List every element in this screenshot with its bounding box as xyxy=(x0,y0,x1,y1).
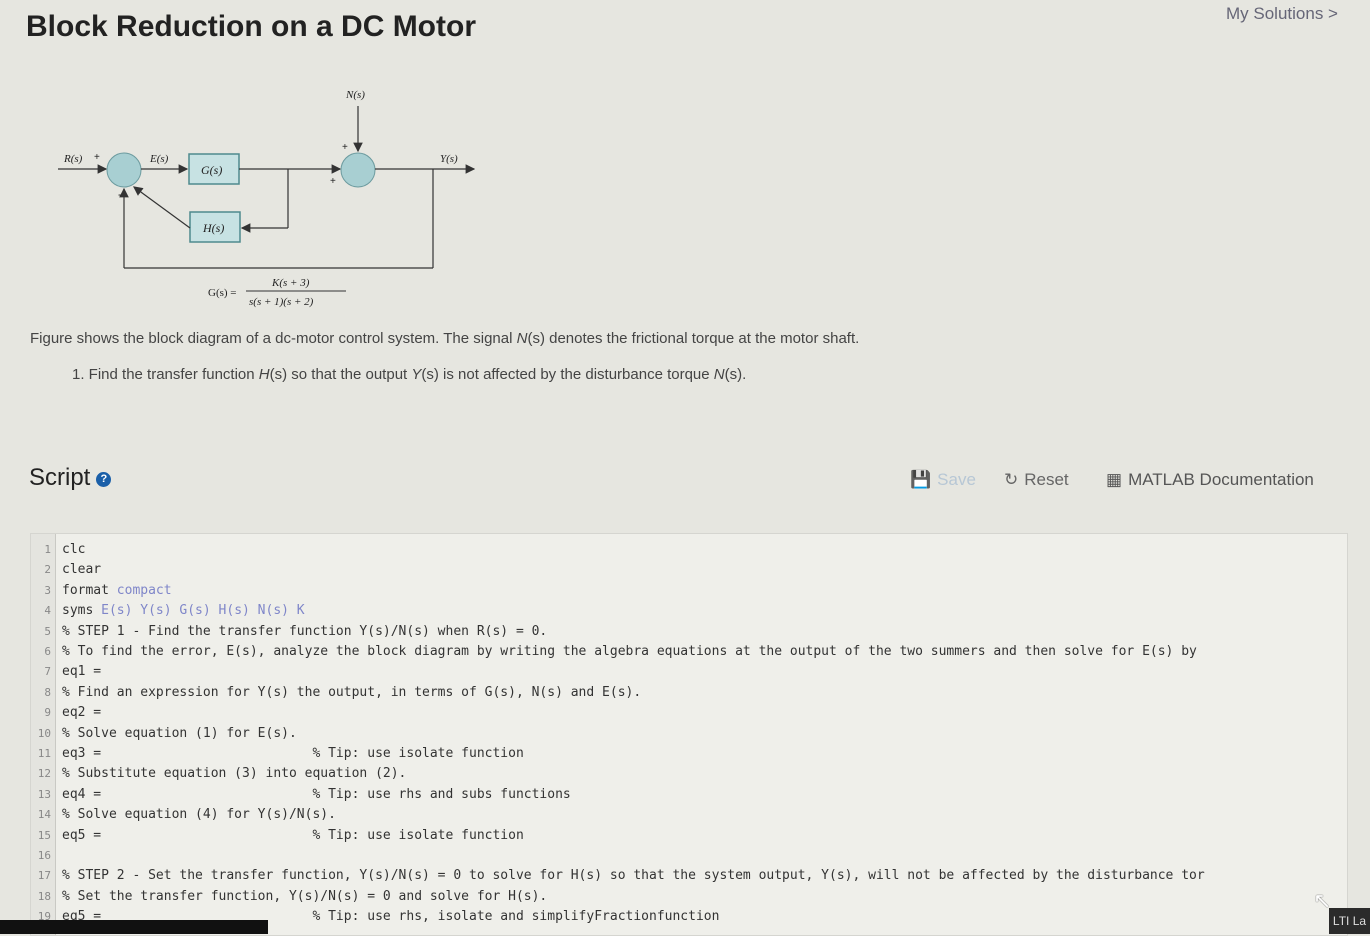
code-text: syms E(s) Y(s) G(s) H(s) N(s) K xyxy=(62,603,305,619)
line-number: 9 xyxy=(44,706,51,720)
line-number: 11 xyxy=(37,747,51,760)
code-text: % Solve equation (4) for Y(s)/N(s). xyxy=(62,807,336,823)
line-number: 2 xyxy=(44,563,51,577)
code-text: eq1 = xyxy=(62,664,102,680)
save-button[interactable]: 💾 Save xyxy=(910,470,976,490)
line-number: 7 xyxy=(44,665,51,679)
code-text: % Find an expression for Y(s) the output… xyxy=(62,684,642,700)
block-diagram: R(s) + E(s) G(s) + H(s) - N(s) + Y(s) G(… xyxy=(58,89,476,308)
code-line[interactable]: 7 eq1 = xyxy=(31,662,1347,682)
code-text: eq3 = % Tip: use isolate function xyxy=(62,746,524,761)
code-line[interactable]: 17 % STEP 2 - Set the transfer function, … xyxy=(31,866,1347,886)
label-plus-3: + xyxy=(342,142,348,153)
code-text: % To find the error, E(s), analyze the b… xyxy=(62,644,1197,659)
code-line[interactable]: 1 clc xyxy=(31,540,1347,560)
code-text: % STEP 2 - Set the transfer function, Y(… xyxy=(62,868,1205,884)
code-line[interactable]: 3 format compact xyxy=(31,581,1347,601)
code-line[interactable]: 6 % To find the error, E(s), analyze the … xyxy=(31,642,1347,662)
line-number: 15 xyxy=(37,828,51,842)
code-text: clc xyxy=(62,542,86,557)
label-plus-2: + xyxy=(330,176,336,187)
label-y: Y(s) xyxy=(440,153,458,165)
g-block-label: G(s) xyxy=(201,163,222,177)
question-circle-icon[interactable]: ? xyxy=(96,472,112,487)
line-number: 16 xyxy=(37,849,51,862)
summing-junction-2 xyxy=(340,152,376,188)
code-text: % STEP 1 - Find the transfer function Y(… xyxy=(62,623,548,639)
reset-button[interactable]: ↻ Reset xyxy=(1004,470,1069,490)
code-text: eq5 = % Tip: use isolate function xyxy=(62,827,524,843)
label-e: E(s) xyxy=(149,153,169,165)
code-line[interactable]: 13 eq4 = % Tip: use rhs and subs function… xyxy=(31,785,1347,805)
code-line[interactable]: 5 % STEP 1 - Find the transfer function Y… xyxy=(31,622,1347,642)
code-line[interactable]: 4 syms E(s) Y(s) G(s) H(s) N(s) K xyxy=(31,601,1347,621)
code-line[interactable]: 15 eq5 = % Tip: use isolate function xyxy=(31,826,1347,846)
summing-junction-1 xyxy=(106,152,142,188)
line-number: 18 xyxy=(37,889,51,903)
line-number: 13 xyxy=(37,787,51,801)
equation-lhs: G(s) = xyxy=(208,287,237,299)
equation-numerator: K(s + 3) xyxy=(271,277,310,289)
label-r: R(s) xyxy=(63,153,83,165)
label-n: N(s) xyxy=(345,89,365,101)
code-text: % Set the transfer function, Y(s)/N(s) =… xyxy=(62,888,548,904)
line-number: 4 xyxy=(44,604,51,618)
code-line[interactable]: 12 % Substitute equation (3) into equatio… xyxy=(31,764,1347,784)
code-text: clear xyxy=(62,562,102,578)
code-line[interactable]: 14 % Solve equation (4) for Y(s)/N(s). xyxy=(31,805,1347,825)
line-number: 12 xyxy=(37,767,51,781)
task-item-1: 1. Find the transfer function H(s) so th… xyxy=(72,366,747,383)
code-line[interactable]: 8 % Find an expression for Y(s) the outpu… xyxy=(31,683,1347,703)
problem-description: Figure shows the block diagram of a dc-m… xyxy=(30,330,860,347)
lti-taskbar-button[interactable]: LTI La xyxy=(1329,908,1370,934)
code-text: eq2 = xyxy=(62,705,102,721)
code-line[interactable]: 18 % Set the transfer function, Y(s)/N(s)… xyxy=(31,887,1347,907)
code-line[interactable]: 11 eq3 = % Tip: use isolate function xyxy=(31,744,1347,764)
matlab-documentation-link[interactable]: ▦ MATLAB Documentation xyxy=(1106,470,1314,490)
save-icon: 💾 xyxy=(910,470,932,489)
line-number: 10 xyxy=(37,726,51,740)
code-line[interactable]: 16 xyxy=(31,846,1347,866)
os-taskbar xyxy=(0,920,268,934)
h-block-label: H(s) xyxy=(202,221,224,235)
reset-icon: ↻ xyxy=(1004,470,1019,489)
line-number: 17 xyxy=(37,869,51,883)
my-solutions-link[interactable]: My Solutions > xyxy=(1226,4,1338,24)
code-editor[interactable]: 1 clc 2 clear 3 format compact 4 syms E(s) Y(s)… xyxy=(30,533,1348,936)
label-minus-1: - xyxy=(118,187,122,201)
line-number: 3 xyxy=(44,583,51,597)
script-heading: Script? xyxy=(29,464,112,492)
line-number: 1 xyxy=(44,543,51,556)
line-number: 6 xyxy=(44,645,51,658)
line-number: 8 xyxy=(44,685,51,699)
code-line[interactable]: 10 % Solve equation (1) for E(s). xyxy=(31,724,1347,744)
code-text: format compact xyxy=(62,582,172,598)
code-text: % Substitute equation (3) into equation … xyxy=(62,766,407,782)
page-title: Block Reduction on a DC Motor xyxy=(26,10,476,43)
code-line[interactable]: 9 eq2 = xyxy=(31,703,1347,723)
label-plus-1: + xyxy=(94,152,100,163)
mouse-cursor-icon: ↖ xyxy=(1313,888,1332,913)
book-icon: ▦ xyxy=(1106,470,1123,489)
line-number: 14 xyxy=(37,808,51,822)
line-number: 5 xyxy=(44,624,51,638)
code-text: % Solve equation (1) for E(s). xyxy=(62,725,297,741)
equation-denominator: s(s + 1)(s + 2) xyxy=(249,296,314,308)
code-text: eq4 = % Tip: use rhs and subs functions xyxy=(62,786,571,802)
code-line[interactable]: 2 clear xyxy=(31,560,1347,580)
